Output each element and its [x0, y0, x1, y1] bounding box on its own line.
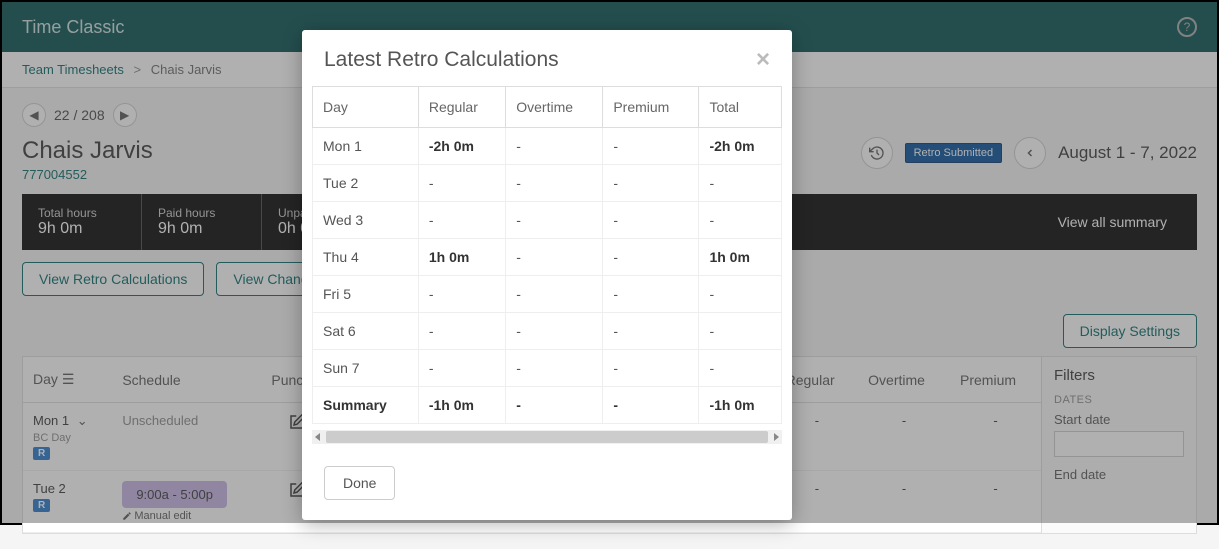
modal-cell-premium: - [603, 165, 699, 202]
modal-cell-total: - [699, 276, 782, 313]
modal-cell-day: Mon 1 [313, 128, 419, 165]
modal-cell-premium: - [603, 202, 699, 239]
modal-col-regular: Regular [418, 87, 505, 128]
modal-row: Thu 41h 0m--1h 0m [313, 239, 782, 276]
modal-cell-regular: - [418, 350, 505, 387]
modal-cell-overtime: - [506, 313, 603, 350]
modal-cell-regular: - [418, 313, 505, 350]
modal-row: Sat 6---- [313, 313, 782, 350]
modal-cell-total: 1h 0m [699, 239, 782, 276]
modal-header: Latest Retro Calculations × [302, 30, 792, 86]
modal-cell-total: -2h 0m [699, 128, 782, 165]
modal-cell-total: - [699, 165, 782, 202]
modal-cell-regular: - [418, 165, 505, 202]
modal-row: Wed 3---- [313, 202, 782, 239]
modal-cell-premium: - [603, 313, 699, 350]
modal-cell-overtime: - [506, 239, 603, 276]
modal-body: Day Regular Overtime Premium Total Mon 1… [302, 86, 792, 466]
modal-cell-day: Wed 3 [313, 202, 419, 239]
modal-cell-day: Sat 6 [313, 313, 419, 350]
modal-cell-premium: - [603, 128, 699, 165]
modal-footer: Done [302, 466, 792, 520]
horizontal-scrollbar[interactable] [312, 430, 782, 444]
modal-cell-premium: - [603, 350, 699, 387]
modal-row: Mon 1-2h 0m---2h 0m [313, 128, 782, 165]
modal-cell-overtime: - [506, 165, 603, 202]
done-button[interactable]: Done [324, 466, 395, 500]
modal-cell-premium: - [603, 276, 699, 313]
modal-summary-regular: -1h 0m [418, 387, 505, 424]
modal-row: Tue 2---- [313, 165, 782, 202]
modal-summary-total: -1h 0m [699, 387, 782, 424]
modal-cell-day: Sun 7 [313, 350, 419, 387]
modal-title: Latest Retro Calculations [324, 48, 559, 72]
scrollbar-thumb[interactable] [326, 431, 768, 443]
modal-cell-regular: -2h 0m [418, 128, 505, 165]
modal-summary-row: Summary-1h 0m---1h 0m [313, 387, 782, 424]
modal-summary-premium: - [603, 387, 699, 424]
modal-row: Sun 7---- [313, 350, 782, 387]
modal-cell-premium: - [603, 239, 699, 276]
retro-table: Day Regular Overtime Premium Total Mon 1… [312, 86, 782, 424]
modal-summary-day: Summary [313, 387, 419, 424]
modal-col-total: Total [699, 87, 782, 128]
modal-cell-total: - [699, 202, 782, 239]
modal-cell-regular: - [418, 202, 505, 239]
modal-col-overtime: Overtime [506, 87, 603, 128]
modal-cell-regular: - [418, 276, 505, 313]
modal-row: Fri 5---- [313, 276, 782, 313]
close-icon[interactable]: × [756, 48, 770, 72]
modal-summary-overtime: - [506, 387, 603, 424]
modal-cell-total: - [699, 350, 782, 387]
modal-cell-day: Tue 2 [313, 165, 419, 202]
modal-cell-overtime: - [506, 128, 603, 165]
retro-calculations-modal: Latest Retro Calculations × Day Regular … [302, 30, 792, 520]
modal-cell-overtime: - [506, 276, 603, 313]
modal-cell-total: - [699, 313, 782, 350]
modal-cell-overtime: - [506, 350, 603, 387]
modal-col-day: Day [313, 87, 419, 128]
modal-col-premium: Premium [603, 87, 699, 128]
modal-cell-day: Fri 5 [313, 276, 419, 313]
modal-cell-overtime: - [506, 202, 603, 239]
modal-cell-day: Thu 4 [313, 239, 419, 276]
modal-cell-regular: 1h 0m [418, 239, 505, 276]
